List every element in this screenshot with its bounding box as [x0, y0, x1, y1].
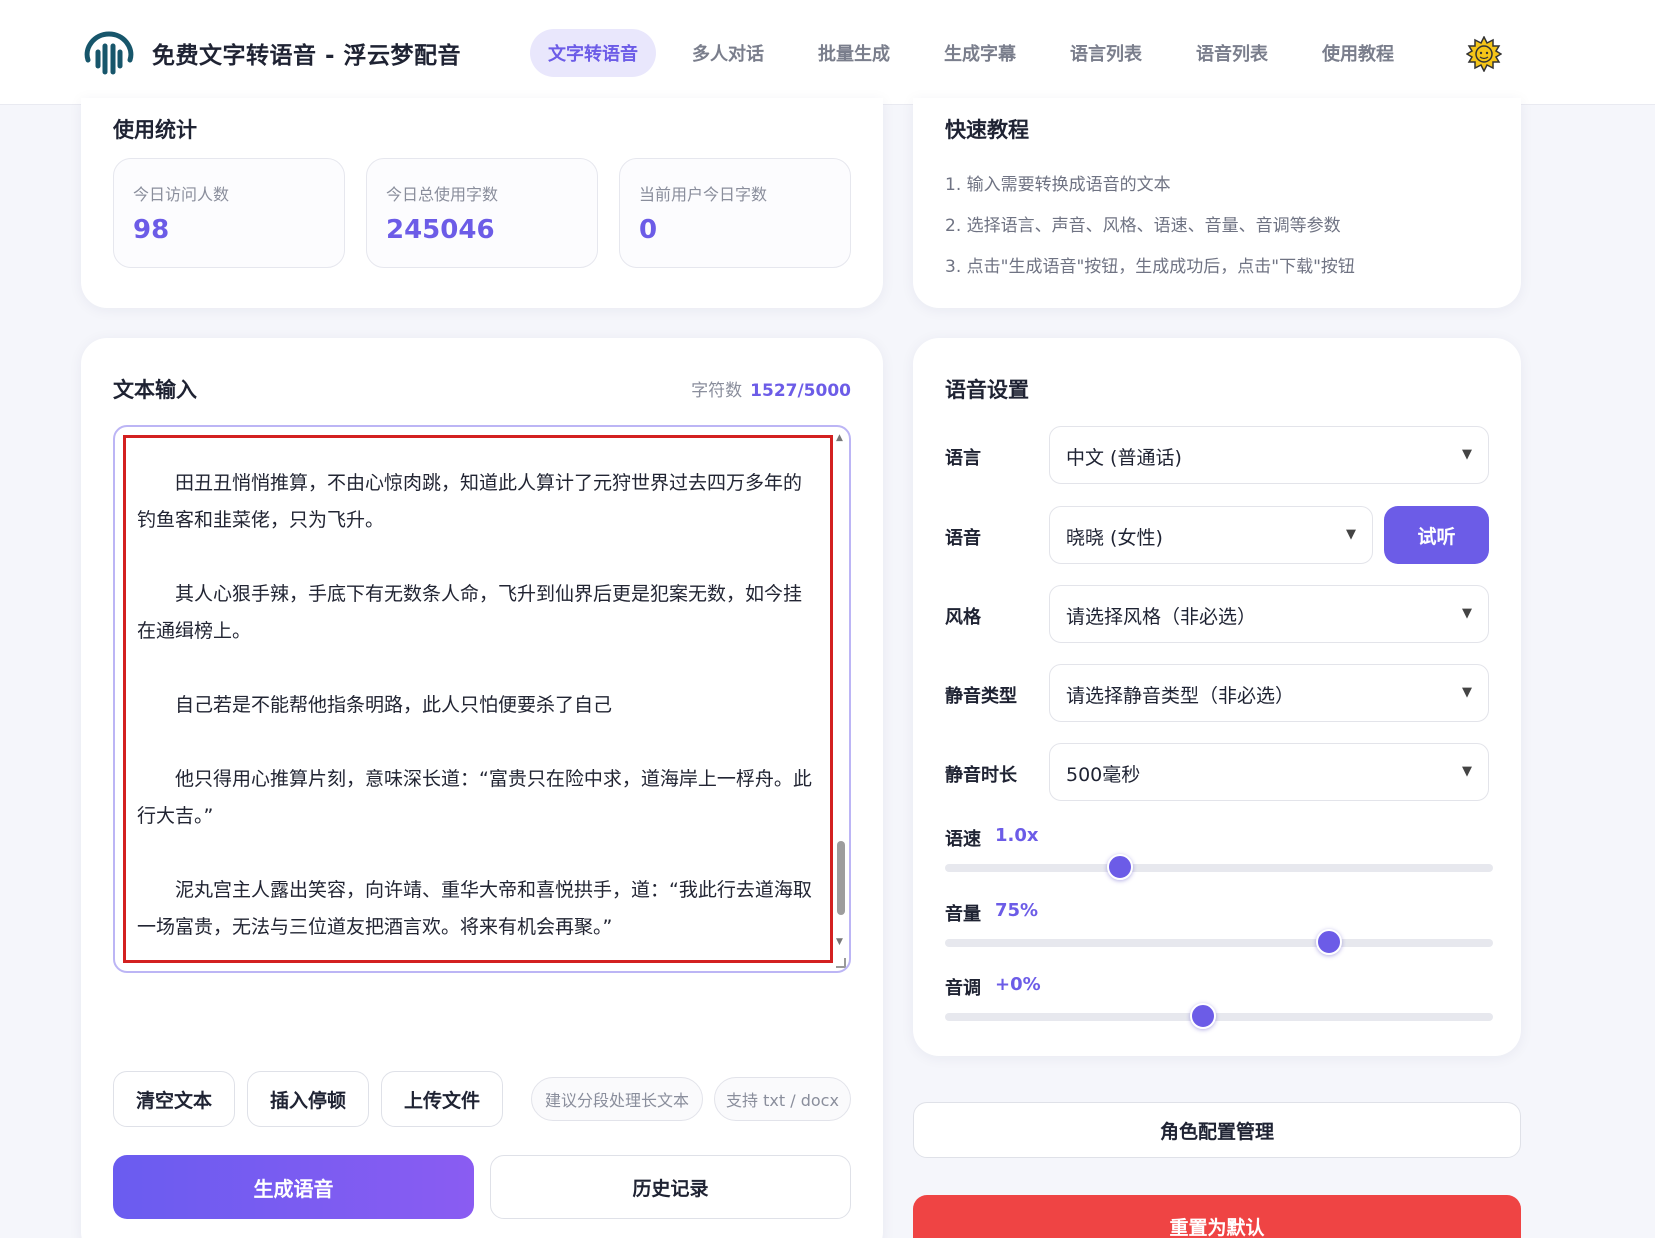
- scroll-down-icon[interactable]: ▼: [836, 937, 843, 947]
- nav-voice-list[interactable]: 语音列表: [1178, 29, 1286, 77]
- upload-file-button[interactable]: 上传文件: [381, 1071, 503, 1127]
- brand-title[interactable]: 免费文字转语音 - 浮云梦配音: [152, 36, 461, 70]
- history-button[interactable]: 历史记录: [490, 1155, 851, 1219]
- text-paragraph: 其人心狠手辣，手底下有无数条人命，飞升到仙界后更是犯案无数，如今挂在通缉榜上。: [137, 583, 803, 642]
- char-count: 字符数 1527/5000: [691, 381, 851, 401]
- volume-label: 音量: [945, 904, 981, 925]
- nav-tutorial[interactable]: 使用教程: [1304, 29, 1412, 77]
- text-paragraph: 他只得用心推算片刻，意味深长道：“富贵只在险中求，道海岸上一桴舟。此行大吉。”: [137, 768, 812, 827]
- text-input-card: 文本输入 字符数 1527/5000 田丑丑悄悄推算，不由心惊肉跳，知道此人算计了…: [81, 338, 883, 1238]
- stats-card: 使用统计 今日访问人数 98 今日总使用字数 245046 当前用户今日字数 0: [81, 98, 883, 308]
- chevron-down-icon: ▼: [1462, 764, 1472, 779]
- tutorial-title: 快速教程: [945, 118, 1029, 142]
- pitch-value: +0%: [995, 974, 1041, 995]
- tip-chip-segment: 建议分段处理长文本: [531, 1077, 703, 1121]
- textarea-scrollbar[interactable]: ▲ ▼: [835, 433, 847, 965]
- speed-label: 语速: [945, 829, 981, 850]
- scroll-up-icon[interactable]: ▲: [836, 433, 843, 443]
- main-nav: 文字转语音 多人对话 批量生成 生成字幕 语言列表 语音列表 使用教程: [530, 29, 1430, 77]
- clear-text-button[interactable]: 清空文本: [113, 1071, 235, 1127]
- silence-type-select[interactable]: 请选择静音类型（非必选） ▼: [1049, 664, 1489, 722]
- voice-settings-card: 语音设置 语言 中文 (普通话) ▼ 语音 晓晓 (女性) ▼ 试听 风格 请选…: [913, 338, 1521, 1056]
- volume-value: 75%: [995, 900, 1039, 921]
- text-content[interactable]: 田丑丑悄悄推算，不由心惊肉跳，知道此人算计了元狩世界过去四万多年的钓鱼客和韭菜佬…: [137, 465, 817, 971]
- voice-label: 语音: [945, 528, 981, 549]
- tutorial-step-1: 1. 输入需要转换成语音的文本: [945, 175, 1171, 195]
- nav-language-list[interactable]: 语言列表: [1052, 29, 1160, 77]
- chevron-down-icon: ▼: [1462, 685, 1472, 700]
- tutorial-step-2: 2. 选择语言、声音、风格、语速、音量、音调等参数: [945, 216, 1341, 236]
- volume-slider-thumb[interactable]: [1315, 929, 1342, 955]
- nav-batch-generate[interactable]: 批量生成: [800, 29, 908, 77]
- stat-total-chars: 今日总使用字数 245046: [366, 158, 598, 268]
- text-paragraph: 自己若是不能帮他指条明路，此人只怕便要杀了自己: [175, 694, 613, 716]
- chevron-down-icon: ▼: [1462, 606, 1472, 621]
- text-input-title: 文本输入: [113, 378, 197, 402]
- silence-duration-select[interactable]: 500毫秒 ▼: [1049, 743, 1489, 801]
- voice-settings-title: 语音设置: [945, 378, 1029, 402]
- role-config-button[interactable]: 角色配置管理: [913, 1102, 1521, 1158]
- text-paragraph: 田丑丑悄悄推算，不由心惊肉跳，知道此人算计了元狩世界过去四万多年的钓鱼客和韭菜佬…: [137, 472, 803, 531]
- reset-default-button[interactable]: 重置为默认: [913, 1195, 1521, 1238]
- nav-text-to-speech[interactable]: 文字转语音: [530, 29, 656, 77]
- stat-today-visitors: 今日访问人数 98: [113, 158, 345, 268]
- stats-title: 使用统计: [113, 118, 197, 142]
- text-paragraph: 泥丸宫主人露出笑容，向许靖、重华大帝和喜悦拱手，道：“我此行去道海取一场富贵，无…: [137, 879, 812, 938]
- volume-slider[interactable]: [945, 929, 1493, 955]
- chevron-down-icon: ▼: [1346, 527, 1356, 542]
- style-select[interactable]: 请选择风格（非必选） ▼: [1049, 585, 1489, 643]
- speed-slider[interactable]: [945, 854, 1493, 880]
- speed-value: 1.0x: [995, 825, 1039, 846]
- insert-pause-button[interactable]: 插入停顿: [247, 1071, 369, 1127]
- pitch-slider[interactable]: [945, 1003, 1493, 1029]
- generate-speech-button[interactable]: 生成语音: [113, 1155, 474, 1219]
- language-label: 语言: [945, 448, 981, 469]
- nav-subtitles[interactable]: 生成字幕: [926, 29, 1034, 77]
- listen-button[interactable]: 试听: [1384, 506, 1489, 564]
- stat-user-chars: 当前用户今日字数 0: [619, 158, 851, 268]
- logo-icon[interactable]: [82, 30, 136, 76]
- silence-duration-label: 静音时长: [945, 765, 1017, 786]
- tutorial-card: 快速教程 1. 输入需要转换成语音的文本 2. 选择语言、声音、风格、语速、音量…: [913, 98, 1521, 308]
- tutorial-step-3: 3. 点击"生成语音"按钮，生成成功后，点击"下载"按钮: [945, 257, 1355, 277]
- speed-slider-thumb[interactable]: [1107, 854, 1134, 880]
- scroll-thumb[interactable]: [837, 841, 845, 915]
- top-header: 免费文字转语音 - 浮云梦配音 文字转语音 多人对话 批量生成 生成字幕 语言列…: [0, 0, 1655, 105]
- pitch-slider-thumb[interactable]: [1189, 1003, 1216, 1029]
- silence-type-label: 静音类型: [945, 686, 1017, 707]
- nav-multi-dialog[interactable]: 多人对话: [674, 29, 782, 77]
- text-input-area[interactable]: 田丑丑悄悄推算，不由心惊肉跳，知道此人算计了元狩世界过去四万多年的钓鱼客和韭菜佬…: [113, 425, 851, 973]
- sun-icon[interactable]: [1466, 36, 1502, 72]
- tip-chip-formats: 支持 txt / docx: [714, 1077, 851, 1121]
- style-label: 风格: [945, 607, 981, 628]
- voice-select[interactable]: 晓晓 (女性) ▼: [1049, 506, 1373, 564]
- pitch-label: 音调: [945, 978, 981, 999]
- chevron-down-icon: ▼: [1462, 447, 1472, 462]
- language-select[interactable]: 中文 (普通话) ▼: [1049, 426, 1489, 484]
- resize-grip-icon[interactable]: [836, 958, 846, 968]
